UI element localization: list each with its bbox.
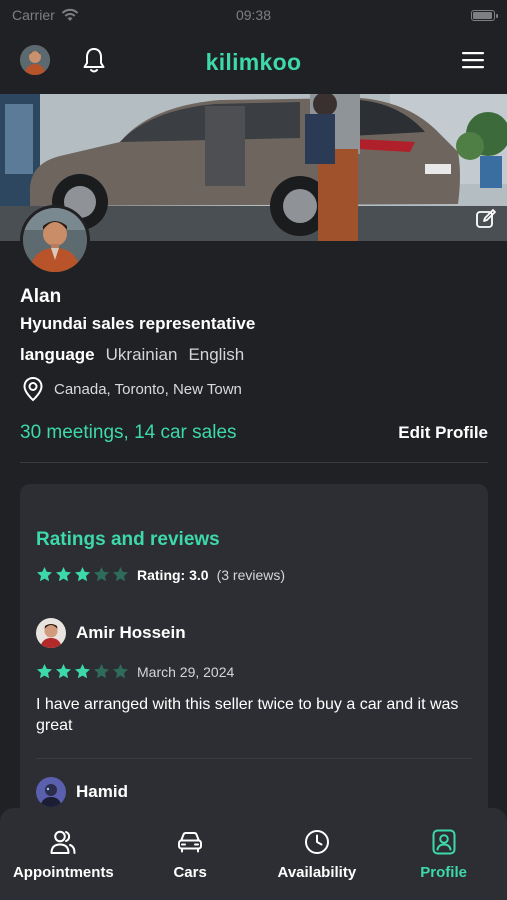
- status-time: 09:38: [235, 7, 272, 23]
- language-value: English: [188, 345, 245, 364]
- star-empty-icon: [113, 567, 128, 582]
- star-filled-icon: [75, 567, 90, 582]
- location-row: Canada, Toronto, New Town: [22, 376, 242, 402]
- review-date: March 29, 2024: [137, 663, 235, 680]
- tab-appointments[interactable]: Appointments: [0, 808, 127, 900]
- bottom-tab-bar: Appointments Cars Availability Profile: [0, 808, 507, 900]
- star-empty-icon: [94, 567, 109, 582]
- rating-stars: [36, 566, 129, 583]
- battery-icon: [471, 9, 498, 21]
- review-stars: [36, 663, 129, 680]
- edit-profile-button[interactable]: Edit Profile: [398, 423, 488, 443]
- tab-label: Appointments: [12, 864, 114, 881]
- rating-summary: Rating: 3.0 (3 reviews): [36, 566, 285, 583]
- reviewer: Hamid: [36, 777, 472, 807]
- reviewer-name: Hamid: [76, 782, 128, 801]
- clock-icon: [304, 830, 329, 854]
- profile-role: Hyundai sales representative: [20, 314, 256, 333]
- ratings-card: Ratings and reviews Rating: 3.0 (3 revie…: [20, 484, 488, 844]
- tab-cars[interactable]: Cars: [127, 808, 254, 900]
- status-bar: Carrier 09:38: [0, 0, 507, 30]
- review-text: I have arranged with this seller twice t…: [36, 696, 459, 734]
- language-value: Ukrainian: [105, 345, 178, 364]
- profile-avatar[interactable]: [20, 205, 90, 275]
- review-item: Amir Hossein March 29, 2024 I have arran…: [36, 618, 472, 736]
- reviewer: Amir Hossein: [36, 618, 472, 648]
- car-icon: [178, 832, 203, 853]
- app-title: kilimkoo: [205, 48, 302, 75]
- tab-label: Profile: [420, 864, 467, 881]
- star-filled-icon: [37, 567, 52, 582]
- review-count: (3 reviews): [216, 566, 286, 583]
- stats-text: 30 meetings, 14 car sales: [20, 422, 237, 443]
- star-filled-icon: [56, 567, 71, 582]
- profile-icon: [432, 829, 456, 855]
- app-header: kilimkoo: [0, 30, 507, 94]
- star-empty-icon: [113, 664, 128, 679]
- language-row: language Ukrainian English: [20, 345, 244, 365]
- review-item: Hamid: [36, 777, 472, 807]
- reviewer-name: Amir Hossein: [76, 623, 186, 642]
- tab-label: Cars: [173, 864, 207, 881]
- bell-icon[interactable]: [80, 45, 108, 75]
- review-divider: [36, 758, 472, 759]
- users-icon: [50, 830, 76, 854]
- reviewer-avatar[interactable]: [36, 777, 66, 807]
- ratings-title: Ratings and reviews: [36, 529, 220, 550]
- star-empty-icon: [94, 664, 109, 679]
- location-pin-icon: [23, 376, 43, 402]
- tab-profile[interactable]: Profile: [380, 808, 507, 900]
- reviewer-avatar[interactable]: [36, 618, 66, 648]
- star-filled-icon: [37, 664, 52, 679]
- divider: [20, 462, 488, 463]
- rating-value: Rating: 3.0: [137, 566, 209, 583]
- tab-label: Availability: [277, 864, 357, 881]
- user-avatar[interactable]: [20, 45, 50, 75]
- star-filled-icon: [56, 664, 71, 679]
- tab-availability[interactable]: Availability: [254, 808, 381, 900]
- hamburger-menu-icon[interactable]: [461, 51, 485, 69]
- edit-cover-icon[interactable]: [475, 208, 497, 230]
- review-meta: March 29, 2024: [36, 663, 472, 680]
- star-filled-icon: [75, 664, 90, 679]
- stats-row: 30 meetings, 14 car sales Edit Profile: [20, 422, 488, 444]
- profile-name: Alan: [20, 286, 62, 307]
- language-label: language: [20, 345, 95, 364]
- location-text: Canada, Toronto, New Town: [54, 380, 242, 398]
